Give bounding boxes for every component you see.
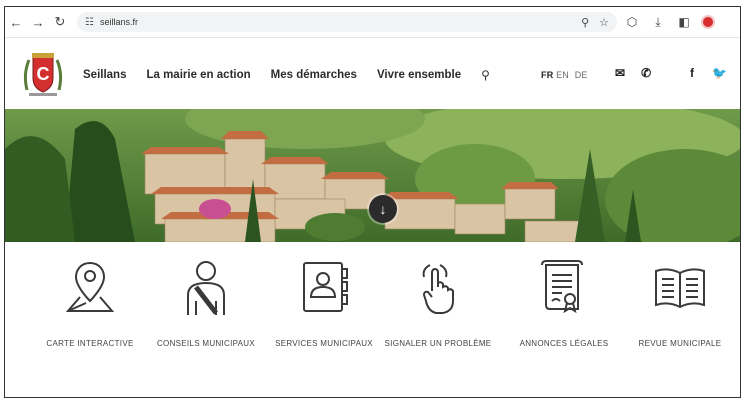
profile-avatar[interactable] bbox=[701, 15, 715, 29]
language-switcher: FR EN DE bbox=[541, 70, 591, 80]
url-text: seillans.fr bbox=[99, 17, 138, 27]
site-header: C Seillans La mairie en action Mes démar… bbox=[5, 38, 740, 110]
scroll-certificate-icon bbox=[541, 260, 583, 314]
address-bar[interactable]: ☷ seillans.fr ⚲ ☆ bbox=[77, 12, 617, 32]
village-landscape-image bbox=[5, 109, 740, 242]
service-label: CONSEILS MUNICIPAUX bbox=[156, 339, 255, 348]
search-icon[interactable]: ⚲ bbox=[481, 68, 490, 82]
nav-item-seillans[interactable]: Seillans bbox=[83, 69, 126, 81]
hero-image: ↓ bbox=[5, 109, 740, 242]
service-annonces-legales[interactable]: ANNONCES LÉGALES bbox=[505, 257, 623, 350]
person-icon bbox=[187, 261, 225, 315]
twitter-icon[interactable]: 🐦 bbox=[712, 66, 727, 80]
service-services-municipaux[interactable]: SERVICES MUNICIPAUX bbox=[265, 257, 383, 350]
extensions-icon[interactable]: ⬡ bbox=[623, 15, 641, 29]
mail-icon[interactable]: ✉ bbox=[615, 66, 625, 80]
contact-icons: ✉ ✆ bbox=[615, 66, 651, 80]
nav-item-vivre-ensemble[interactable]: Vivre ensemble bbox=[377, 69, 461, 81]
service-label: CARTE INTERACTIVE bbox=[46, 339, 134, 348]
lang-de[interactable]: DE bbox=[575, 70, 588, 80]
nav-item-demarches[interactable]: Mes démarches bbox=[271, 69, 357, 81]
service-conseils-municipaux[interactable]: CONSEILS MUNICIPAUX bbox=[147, 257, 265, 350]
bookmark-star-icon[interactable]: ☆ bbox=[599, 16, 609, 29]
contact-book-icon bbox=[303, 262, 348, 312]
scroll-down-button[interactable]: ↓ bbox=[369, 195, 397, 223]
facebook-icon[interactable]: f bbox=[690, 66, 694, 80]
service-carte-interactive[interactable]: CARTE INTERACTIVE bbox=[31, 257, 149, 350]
map-pin-icon bbox=[65, 261, 115, 312]
service-revue-municipale[interactable]: REVUE MUNICIPALE bbox=[621, 257, 739, 350]
service-signaler-probleme[interactable]: SIGNALER UN PROBLÈME bbox=[379, 257, 497, 350]
zoom-icon[interactable]: ⚲ bbox=[581, 16, 589, 29]
svg-text:C: C bbox=[37, 64, 50, 84]
forward-icon[interactable]: → bbox=[27, 11, 49, 33]
phone-icon[interactable]: ✆ bbox=[641, 66, 651, 80]
browser-toolbar: ← → ↻ ☷ seillans.fr ⚲ ☆ ⬡ ⤓ ◧ bbox=[5, 7, 740, 38]
social-icons: f 🐦 bbox=[690, 66, 727, 80]
seillans-logo[interactable]: C bbox=[21, 50, 65, 98]
pointing-hand-icon bbox=[422, 264, 454, 314]
site-info-icon[interactable]: ☷ bbox=[85, 17, 94, 28]
reload-icon[interactable]: ↻ bbox=[49, 11, 71, 33]
open-book-icon bbox=[655, 268, 705, 309]
sidepanel-icon[interactable]: ◧ bbox=[675, 15, 693, 29]
service-label: SIGNALER UN PROBLÈME bbox=[384, 339, 492, 348]
lang-fr[interactable]: FR bbox=[541, 70, 553, 80]
service-label: ANNONCES LÉGALES bbox=[519, 339, 609, 348]
lang-en[interactable]: EN bbox=[556, 70, 569, 80]
main-nav: Seillans La mairie en action Mes démarch… bbox=[83, 68, 490, 82]
service-label: REVUE MUNICIPALE bbox=[638, 339, 722, 348]
download-icon[interactable]: ⤓ bbox=[649, 15, 667, 30]
back-icon[interactable]: ← bbox=[5, 11, 27, 33]
browser-window: ← → ↻ ☷ seillans.fr ⚲ ☆ ⬡ ⤓ ◧ C Seillans… bbox=[4, 6, 741, 398]
service-label: SERVICES MUNICIPAUX bbox=[275, 339, 373, 348]
nav-item-mairie[interactable]: La mairie en action bbox=[146, 69, 250, 81]
services-grid: CARTE INTERACTIVE CONSEILS MUNICIPAUX SE… bbox=[5, 257, 740, 397]
